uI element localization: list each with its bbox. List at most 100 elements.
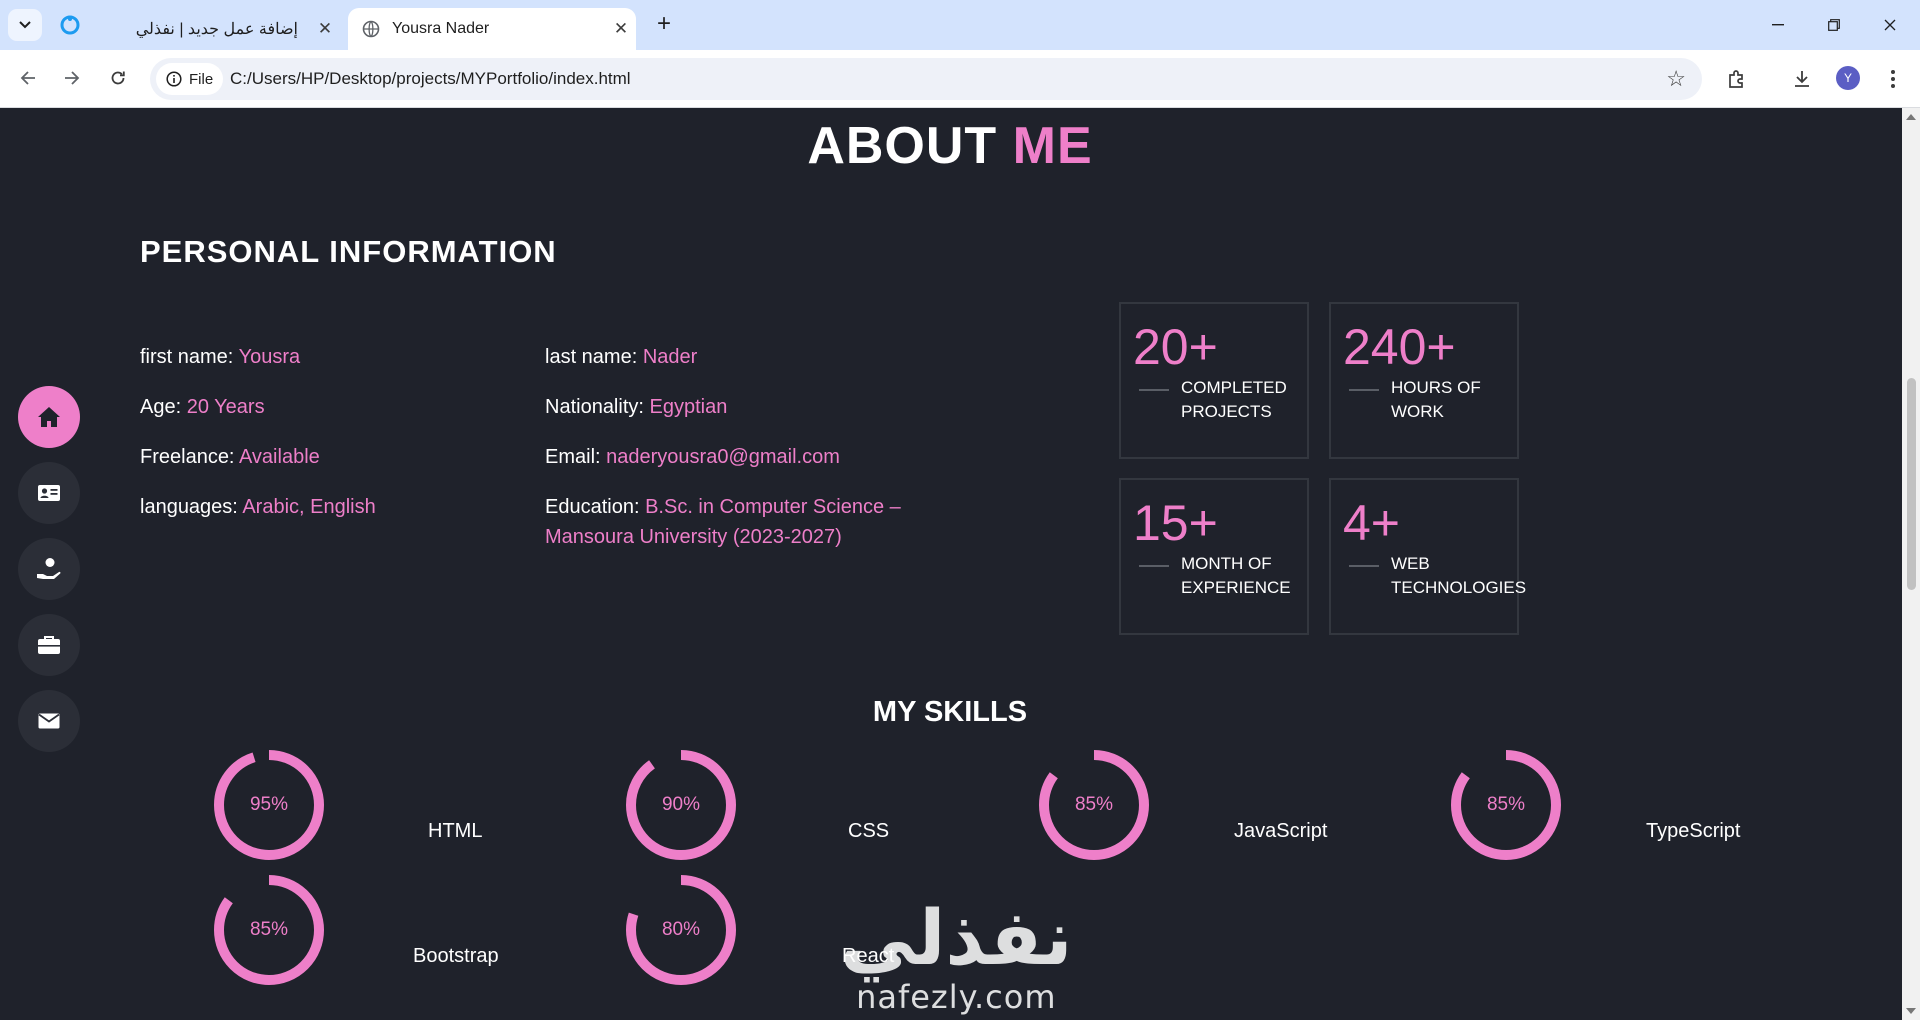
restore-icon <box>1828 19 1840 31</box>
tab-search-button[interactable] <box>8 9 42 41</box>
skill-name-typescript: TypeScript <box>1646 820 1741 842</box>
skill-name-javascript: JavaScript <box>1234 820 1328 842</box>
sidebar-item-portfolio[interactable] <box>18 614 80 676</box>
skill-name-css: CSS <box>848 820 890 842</box>
address-bar[interactable]: File C:/Users/HP/Desktop/projects/MYPort… <box>150 58 1702 100</box>
close-icon <box>1884 19 1896 31</box>
minimize-button[interactable] <box>1750 8 1806 42</box>
skill-name-bootstrap: Bootstrap <box>413 945 499 967</box>
browser-toolbar: File C:/Users/HP/Desktop/projects/MYPort… <box>0 50 1920 108</box>
home-icon <box>38 407 60 427</box>
stat-label-line: MONTH OF <box>1181 554 1272 573</box>
about-title-accent: ME <box>1012 117 1093 175</box>
info-label: Freelance: <box>140 446 235 468</box>
info-email: Email: naderyousra0@gmail.com <box>545 442 840 472</box>
extensions-icon[interactable] <box>1722 64 1752 94</box>
reload-icon <box>111 71 125 85</box>
stat-label-line: HOURS OF <box>1391 378 1481 397</box>
portfolio-page: ABOUT ME PERSONAL INFORMATION first name… <box>0 108 1902 1020</box>
stat-card-experience: 15+ MONTH OF EXPERIENCE <box>1119 478 1309 635</box>
minimize-icon <box>1772 24 1784 26</box>
hand-user-icon <box>37 558 61 579</box>
info-value: Nader <box>642 346 698 368</box>
info-label: Nationality: <box>545 396 644 418</box>
url-scheme-label: File <box>189 70 214 88</box>
restore-button[interactable] <box>1806 8 1862 42</box>
tab-strip: إضافة عمل جديد | نفذلي ✕ Yousra Nader ✕ … <box>0 0 1920 50</box>
envelope-icon <box>38 713 60 729</box>
stat-number: 240+ <box>1343 319 1456 375</box>
stat-label: MONTH OF EXPERIENCE <box>1181 552 1291 600</box>
about-title: ABOUT ME <box>0 116 1900 176</box>
personal-info-heading: PERSONAL INFORMATION <box>140 234 557 269</box>
site-info-chip[interactable]: File <box>156 63 224 95</box>
stat-label-line: COMPLETED <box>1181 378 1287 397</box>
sidebar-item-about[interactable] <box>18 462 80 524</box>
stat-divider <box>1349 389 1379 391</box>
briefcase-icon <box>38 636 60 654</box>
info-label: Age: <box>140 396 182 418</box>
info-value: Available <box>238 446 320 468</box>
info-age: Age: 20 Years <box>140 392 265 422</box>
stat-number: 15+ <box>1133 495 1218 551</box>
download-icon[interactable] <box>1787 64 1817 94</box>
profile-avatar[interactable]: Y <box>1836 66 1860 90</box>
reload-button[interactable] <box>102 62 134 94</box>
info-first-name: first name: Yousra <box>140 342 300 372</box>
stat-label-line: PROJECTS <box>1181 402 1272 421</box>
stat-divider <box>1349 565 1379 567</box>
skills-heading: MY SKILLS <box>872 696 1028 728</box>
scroll-down-icon[interactable] <box>1906 1008 1916 1014</box>
sidebar-item-services[interactable] <box>18 538 80 600</box>
stat-label: WEB TECHNOLOGIES <box>1391 552 1526 600</box>
more-menu-icon[interactable] <box>1878 64 1908 94</box>
stat-divider <box>1139 389 1169 391</box>
scroll-up-icon[interactable] <box>1906 114 1916 120</box>
stat-label: HOURS OF WORK <box>1391 376 1481 424</box>
stat-label-line: TECHNOLOGIES <box>1391 578 1527 597</box>
close-window-button[interactable] <box>1862 8 1918 42</box>
info-label: last name: <box>545 346 638 368</box>
skill-percent-javascript: 85% <box>1074 794 1114 815</box>
bookmark-star-icon[interactable]: ☆ <box>1666 66 1686 92</box>
skill-percent-css: 90% <box>661 794 701 815</box>
close-icon[interactable]: ✕ <box>606 19 636 39</box>
info-education: Education: B.Sc. in Computer Science – M… <box>545 492 935 552</box>
info-last-name: last name: Nader <box>545 342 697 372</box>
scroll-thumb[interactable] <box>1907 378 1916 590</box>
info-value: naderyousra0@gmail.com <box>606 446 840 468</box>
stat-card-hours: 240+ HOURS OF WORK <box>1329 302 1519 459</box>
skill-percent-typescript: 85% <box>1486 794 1526 815</box>
tab-title: Yousra Nader <box>392 20 490 37</box>
url-text[interactable]: C:/Users/HP/Desktop/projects/MYPortfolio… <box>230 69 631 89</box>
info-value: Egyptian <box>649 396 728 418</box>
watermark-latin: nafezly.com <box>856 978 1057 1016</box>
stat-card-technologies: 4+ WEB TECHNOLOGIES <box>1329 478 1526 635</box>
forward-button[interactable] <box>56 62 88 94</box>
tab-nafezly[interactable]: إضافة عمل جديد | نفذلي ✕ <box>130 8 340 50</box>
skill-name-html: HTML <box>428 820 483 842</box>
pinned-tab-icon[interactable] <box>58 13 82 37</box>
new-tab-button[interactable]: + <box>650 10 678 38</box>
stat-label-line: EXPERIENCE <box>1181 578 1291 597</box>
tab-title: إضافة عمل جديد | نفذلي <box>135 21 298 38</box>
globe-icon <box>360 18 382 40</box>
info-label: first name: <box>140 346 234 368</box>
info-freelance: Freelance: Available <box>140 442 320 472</box>
sidebar-item-home[interactable] <box>18 386 80 448</box>
info-icon <box>166 71 182 87</box>
skill-percent-html: 95% <box>249 794 289 815</box>
stat-number: 4+ <box>1343 495 1401 551</box>
watermark: نفذلي nafezly.com <box>840 898 1073 1017</box>
skill-percent-react: 80% <box>661 919 701 940</box>
tab-yousra-nader[interactable]: Yousra Nader ✕ <box>348 8 636 50</box>
info-label: Email: <box>545 446 601 468</box>
stat-label: COMPLETED PROJECTS <box>1181 376 1287 424</box>
stat-divider <box>1139 565 1169 567</box>
stat-card-projects: 20+ COMPLETED PROJECTS <box>1119 302 1309 459</box>
page-scrollbar[interactable] <box>1902 108 1920 1020</box>
close-icon[interactable]: ✕ <box>310 19 340 39</box>
back-button[interactable] <box>12 62 44 94</box>
stat-label-line: WEB <box>1391 554 1430 573</box>
sidebar-item-contact[interactable] <box>18 690 80 752</box>
